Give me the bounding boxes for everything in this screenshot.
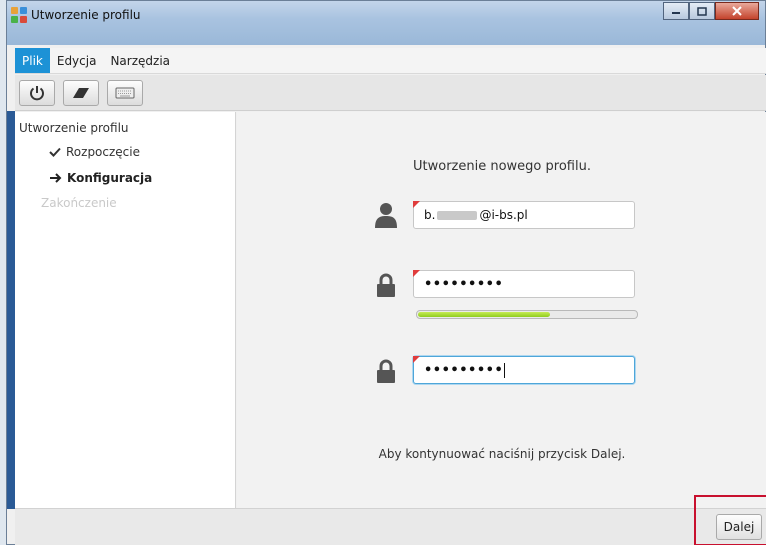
arrow-right-icon	[50, 173, 62, 183]
password-confirm-row: •••••••••	[375, 356, 635, 384]
password-row: •••••••••	[375, 270, 635, 298]
wizard-footer: Dalej	[15, 495, 766, 545]
eraser-icon	[73, 87, 89, 98]
email-prefix: b.	[424, 208, 436, 222]
next-button[interactable]: Dalej	[716, 514, 762, 540]
password-confirm-field[interactable]: •••••••••	[413, 356, 635, 384]
user-icon	[375, 202, 397, 228]
window-title: Utworzenie profilu	[31, 8, 141, 22]
wizard-content: Utworzenie nowego profilu. b. @i-bs.pl •…	[237, 112, 766, 508]
wizard-steps-panel: Utworzenie profilu Rozpoczęcie Konfigura…	[15, 112, 236, 508]
keyboard-icon	[115, 87, 135, 98]
email-suffix: @i-bs.pl	[479, 208, 528, 222]
menu-narzedzia[interactable]: Narzędzia	[103, 48, 177, 73]
app-window: Utworzenie profilu Plik Edycja Narzędzia	[6, 0, 766, 545]
instruction-text: Aby kontynuować naciśnij przycisk Dalej.	[378, 447, 626, 461]
toolbar	[15, 75, 766, 111]
step-zakonczenie: Zakończenie	[41, 196, 117, 210]
required-marker	[413, 201, 420, 208]
step-konfiguracja: Konfiguracja	[49, 171, 152, 185]
lock-icon	[375, 271, 397, 297]
power-icon	[30, 85, 44, 100]
step-label: Rozpoczęcie	[66, 145, 140, 159]
lock-icon	[375, 357, 397, 383]
power-button[interactable]	[19, 79, 55, 106]
close-icon	[732, 6, 742, 16]
text-caret	[504, 363, 506, 378]
title-bar: Utworzenie profilu	[7, 1, 765, 45]
menu-bar: Plik Edycja Narzędzia	[15, 48, 766, 74]
step-label: Zakończenie	[41, 196, 117, 210]
step-rozpoczecie: Rozpoczęcie	[49, 145, 140, 159]
menu-plik[interactable]: Plik	[15, 48, 50, 73]
app-logo-icon	[11, 7, 27, 23]
close-button[interactable]	[715, 2, 759, 20]
maximize-icon	[697, 6, 707, 16]
checkmark-icon	[49, 147, 61, 157]
email-row: b. @i-bs.pl	[375, 201, 635, 229]
window-frame-edge	[7, 111, 15, 509]
required-marker	[413, 356, 420, 363]
step-label: Konfiguracja	[67, 171, 153, 185]
password-strength-bar	[416, 310, 638, 319]
maximize-button[interactable]	[689, 2, 715, 20]
minimize-icon	[672, 12, 680, 14]
keyboard-button[interactable]	[107, 79, 143, 106]
password-value: •••••••••	[424, 277, 504, 292]
password-strength-fill	[418, 312, 550, 317]
minimize-button[interactable]	[663, 2, 689, 20]
email-field[interactable]: b. @i-bs.pl	[413, 201, 635, 229]
redacted-block	[437, 211, 478, 220]
eraser-button[interactable]	[63, 79, 99, 106]
steps-root: Utworzenie profilu	[19, 121, 129, 135]
menu-edycja[interactable]: Edycja	[50, 48, 104, 73]
password-confirm-value: •••••••••	[424, 363, 504, 378]
required-marker	[413, 270, 420, 277]
password-field[interactable]: •••••••••	[413, 270, 635, 298]
window-controls	[663, 2, 759, 20]
page-title: Utworzenie nowego profilu.	[413, 159, 591, 174]
